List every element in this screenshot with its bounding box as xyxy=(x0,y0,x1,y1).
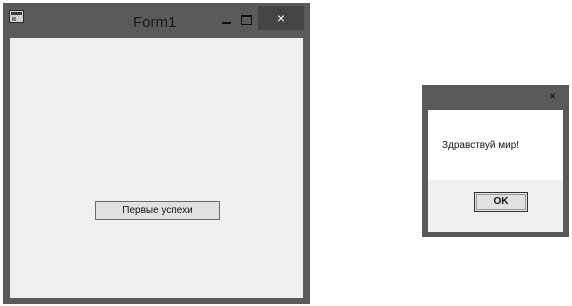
app-icon[interactable] xyxy=(9,10,24,23)
maximize-icon[interactable] xyxy=(235,9,257,29)
message-text: Здравствуй мир! xyxy=(442,140,520,151)
form1-window: Form1 × Первые успехи xyxy=(3,3,310,304)
window-title: Form1 xyxy=(133,14,177,31)
form1-titlebar[interactable]: Form1 × xyxy=(3,3,310,37)
close-icon[interactable]: × xyxy=(536,86,569,106)
message-box-window: × Здравствуй мир! OK xyxy=(422,85,569,237)
message-box-footer: OK xyxy=(428,180,563,232)
ok-button[interactable]: OK xyxy=(474,192,528,212)
close-icon[interactable]: × xyxy=(258,6,304,30)
first-steps-button[interactable]: Первые успехи xyxy=(95,201,220,220)
form1-client-area: Первые успехи xyxy=(10,38,303,298)
